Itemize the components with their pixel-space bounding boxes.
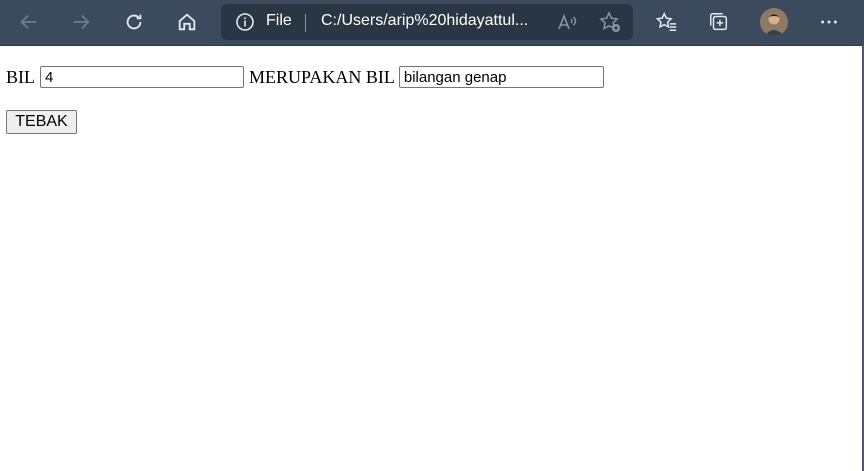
merupakan-bil-label: MERUPAKAN BIL: [249, 66, 395, 87]
profile-avatar[interactable]: [760, 8, 788, 36]
info-icon[interactable]: [235, 12, 255, 32]
tebak-button[interactable]: TEBAK: [6, 110, 77, 134]
collections-icon[interactable]: [703, 6, 735, 38]
result-field[interactable]: [398, 66, 604, 88]
form-row: BIL MERUPAKAN BIL: [6, 64, 604, 90]
page-content: BIL MERUPAKAN BIL: [6, 64, 604, 90]
more-options-icon[interactable]: [813, 6, 845, 38]
refresh-icon[interactable]: [118, 6, 150, 38]
address-bar[interactable]: File C:/Users/arip%20hidayattul...: [221, 4, 633, 40]
favorites-icon[interactable]: [651, 6, 683, 38]
add-favorite-icon[interactable]: [598, 10, 622, 34]
forward-arrow-icon[interactable]: [65, 6, 97, 38]
address-divider: [305, 14, 306, 32]
address-url[interactable]: C:/Users/arip%20hidayattul...: [321, 12, 541, 30]
bil-label: BIL: [6, 66, 35, 87]
number-input[interactable]: [40, 66, 244, 88]
address-scheme-label: File: [266, 12, 292, 29]
read-aloud-icon[interactable]: [556, 10, 580, 34]
browser-toolbar: File C:/Users/arip%20hidayattul...: [0, 0, 864, 46]
back-arrow-icon[interactable]: [13, 6, 45, 38]
home-icon[interactable]: [171, 6, 203, 38]
